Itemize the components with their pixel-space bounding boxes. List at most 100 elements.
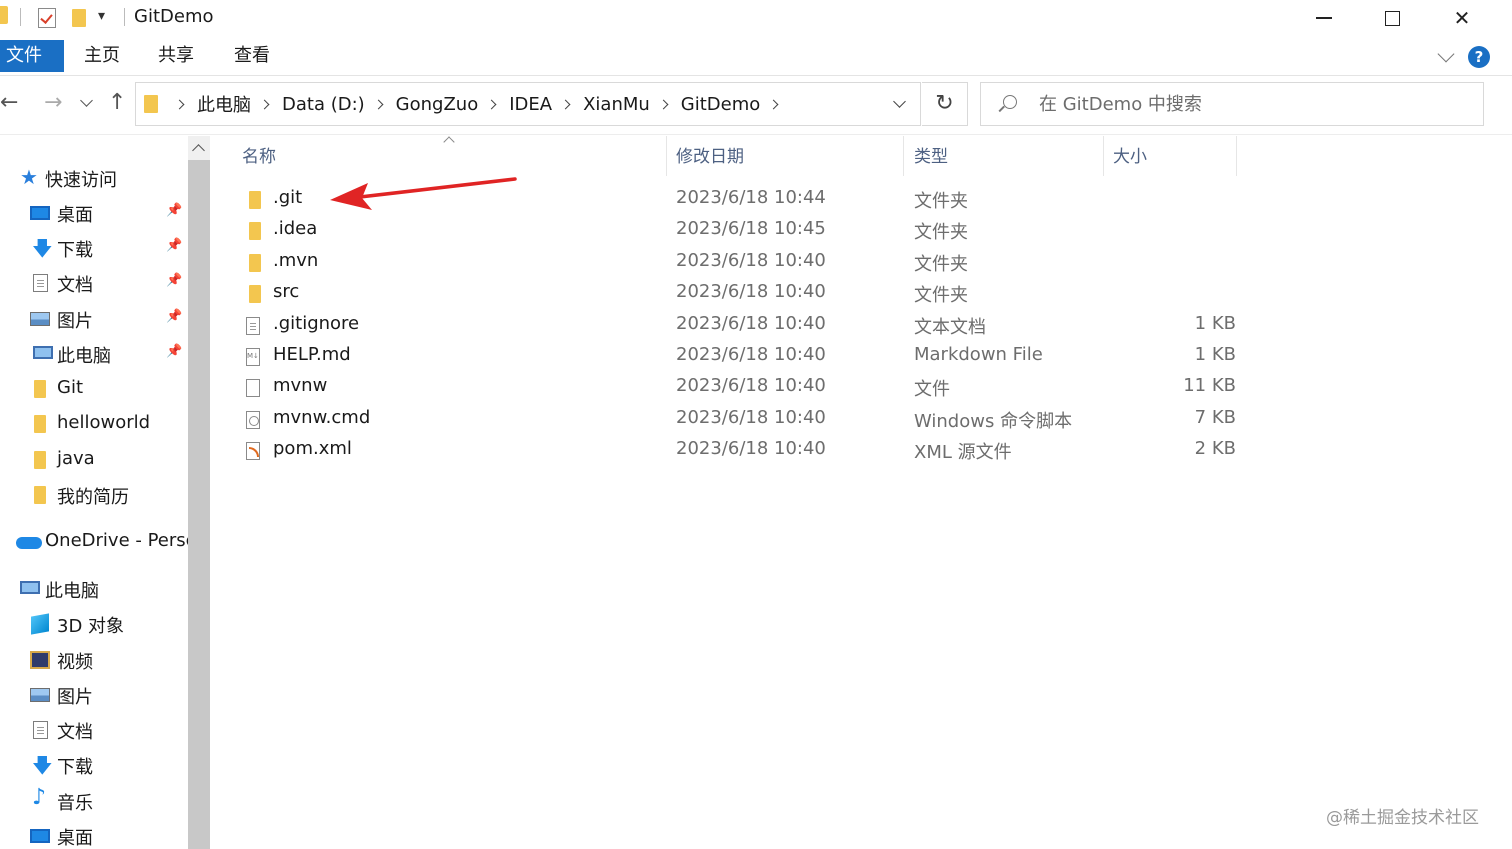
sidebar-item-label: helloworld	[57, 412, 151, 433]
file-row[interactable]: src 2023/6/18 10:40 文件夹	[212, 279, 1252, 310]
breadcrumb-idea[interactable]: IDEA	[509, 94, 552, 115]
tab-view[interactable]: 查看	[226, 40, 278, 72]
chevron-right-icon[interactable]	[174, 99, 185, 109]
sidebar-item-pictures[interactable]: 图片 📌	[0, 303, 188, 335]
pin-icon: 📌	[166, 344, 183, 359]
chevron-right-icon[interactable]	[373, 99, 384, 109]
sidebar-item-quick-access[interactable]: ★ 快速访问	[0, 162, 188, 194]
sidebar-item-documents-pc[interactable]: 文档	[0, 714, 188, 746]
tab-share[interactable]: 共享	[150, 40, 202, 72]
sidebar-item-pictures-pc[interactable]: 图片	[0, 679, 188, 711]
column-header-name[interactable]: 名称	[242, 140, 276, 178]
refresh-button[interactable]: ↻	[922, 82, 968, 126]
expand-ribbon-icon[interactable]	[1437, 45, 1455, 63]
file-row[interactable]: pom.xml 2023/6/18 10:40 XML 源文件 2 KB	[212, 436, 1252, 467]
breadcrumb-drive[interactable]: Data (D:)	[282, 94, 365, 115]
chevron-right-icon[interactable]	[768, 99, 779, 109]
file-size: 1 KB	[1194, 344, 1236, 365]
recent-locations-icon[interactable]	[80, 94, 93, 107]
file-size: 2 KB	[1194, 438, 1236, 459]
sidebar-item-desktop[interactable]: 桌面 📌	[0, 197, 188, 229]
back-button[interactable]: ←	[0, 90, 18, 115]
up-button[interactable]: ↑	[108, 90, 126, 115]
window-title: GitDemo	[134, 6, 214, 27]
sidebar-item-onedrive[interactable]: OneDrive - Persc	[0, 526, 188, 558]
sidebar-item-3d-objects[interactable]: 3D 对象	[0, 608, 188, 640]
sidebar-item-videos[interactable]: 视频	[0, 644, 188, 676]
sidebar-item-desktop-pc[interactable]: 桌面	[0, 820, 188, 849]
tab-home[interactable]: 主页	[76, 40, 128, 72]
file-name: HELP.md	[273, 344, 351, 365]
sidebar-item-java[interactable]: java	[0, 444, 188, 476]
file-type: 文本文档	[914, 317, 986, 338]
pictures-icon	[30, 312, 50, 326]
cloud-icon	[16, 537, 42, 549]
sidebar-item-music[interactable]: ♪ 音乐	[0, 785, 188, 817]
customize-quick-access-button[interactable]: ▾	[98, 8, 105, 24]
sidebar-item-helloworld[interactable]: helloworld	[0, 408, 188, 440]
minimize-button[interactable]	[1290, 0, 1358, 36]
sidebar-item-downloads-pc[interactable]: 🡇 下载	[0, 749, 188, 781]
search-input[interactable]	[1039, 83, 1469, 125]
file-modified: 2023/6/18 10:40	[676, 344, 826, 365]
sidebar-item-this-pc[interactable]: 此电脑	[0, 573, 188, 605]
tab-file[interactable]: 文件	[0, 40, 64, 72]
pin-icon: 📌	[166, 309, 183, 324]
sidebar-item-label: 3D 对象	[57, 616, 125, 637]
file-row[interactable]: HELP.md 2023/6/18 10:40 Markdown File 1 …	[212, 342, 1252, 373]
file-row[interactable]: mvnw 2023/6/18 10:40 文件 11 KB	[212, 373, 1252, 404]
file-row[interactable]: .idea 2023/6/18 10:45 文件夹	[212, 216, 1252, 247]
breadcrumb-gitdemo[interactable]: GitDemo	[681, 94, 761, 115]
divider	[0, 134, 1512, 135]
chevron-right-icon[interactable]	[486, 99, 497, 109]
address-bar[interactable]: 此电脑 Data (D:) GongZuo IDEA XianMu GitDem…	[135, 82, 921, 126]
file-name: pom.xml	[273, 438, 352, 459]
ribbon: 文件 主页 共享 查看 ?	[0, 38, 1512, 74]
sidebar-item-label: 文档	[57, 722, 93, 743]
chevron-right-icon[interactable]	[560, 99, 571, 109]
file-type: 文件夹	[914, 222, 968, 243]
chevron-right-icon[interactable]	[259, 99, 270, 109]
file-row[interactable]: mvnw.cmd 2023/6/18 10:40 Windows 命令脚本 7 …	[212, 405, 1252, 436]
sidebar-item-git[interactable]: Git	[0, 373, 188, 405]
sidebar-item-resume[interactable]: 我的简历	[0, 479, 188, 511]
maximize-button[interactable]	[1358, 0, 1426, 36]
column-header-type[interactable]: 类型	[914, 140, 948, 178]
sidebar-item-downloads[interactable]: 🡇 下载 📌	[0, 232, 188, 264]
file-name: mvnw	[273, 375, 328, 396]
file-row[interactable]: .mvn 2023/6/18 10:40 文件夹	[212, 248, 1252, 279]
column-header-size[interactable]: 大小	[1113, 140, 1147, 178]
sidebar-item-label: 快速访问	[45, 170, 117, 191]
folder-icon	[144, 95, 158, 113]
column-header-modified[interactable]: 修改日期	[676, 140, 744, 178]
sidebar-scrollbar[interactable]	[188, 136, 210, 849]
sidebar-item-this-pc-pinned[interactable]: 此电脑 📌	[0, 338, 188, 370]
scroll-up-icon[interactable]	[192, 144, 205, 157]
sidebar-item-label: 我的简历	[57, 487, 129, 508]
chevron-right-icon[interactable]	[658, 99, 669, 109]
text-file-icon	[246, 317, 260, 335]
file-modified: 2023/6/18 10:40	[676, 281, 826, 302]
file-name: .idea	[273, 218, 318, 239]
sidebar-item-label: OneDrive - Persc	[45, 530, 188, 551]
divider	[1103, 136, 1104, 176]
sidebar-item-label: 桌面	[57, 828, 93, 849]
new-folder-icon[interactable]	[72, 9, 86, 27]
pin-icon: 📌	[166, 238, 183, 253]
desktop-icon	[30, 206, 50, 220]
breadcrumb-this-pc[interactable]: 此电脑	[197, 91, 251, 117]
scrollbar-thumb[interactable]	[188, 160, 210, 849]
forward-button[interactable]: →	[44, 90, 62, 115]
breadcrumb-gongzuo[interactable]: GongZuo	[396, 94, 479, 115]
help-button[interactable]: ?	[1468, 46, 1490, 68]
sidebar-item-label: java	[57, 448, 95, 469]
file-modified: 2023/6/18 10:40	[676, 313, 826, 334]
chevron-down-icon[interactable]	[893, 95, 906, 108]
file-row[interactable]: .gitignore 2023/6/18 10:40 文本文档 1 KB	[212, 311, 1252, 342]
close-button[interactable]: ✕	[1428, 0, 1496, 36]
breadcrumb-xianmu[interactable]: XianMu	[583, 94, 650, 115]
properties-icon[interactable]	[38, 8, 56, 28]
title-bar: ▾ GitDemo ✕	[0, 0, 1512, 36]
search-box	[980, 82, 1484, 126]
sidebar-item-documents[interactable]: 文档 📌	[0, 267, 188, 299]
